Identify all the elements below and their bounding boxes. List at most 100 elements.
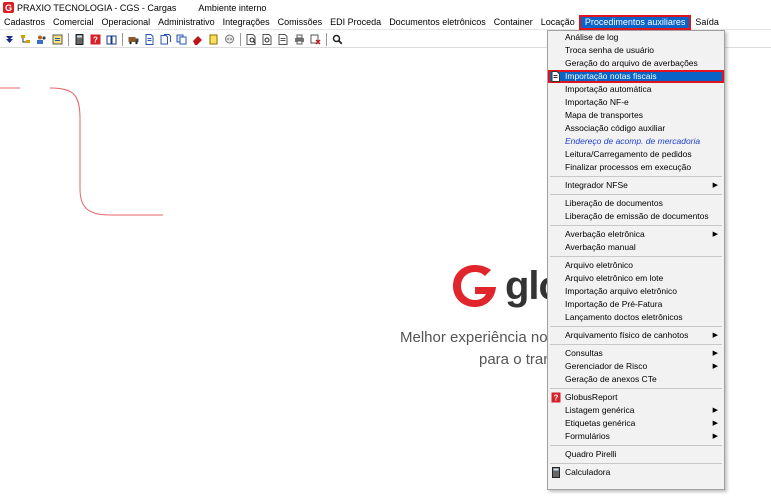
help-icon[interactable]: ? (89, 33, 101, 45)
toolbar-separator (122, 32, 123, 46)
menu-locacao[interactable]: Locação (537, 15, 579, 30)
svg-text:?: ? (554, 394, 559, 403)
menu-item-arquivo-eletronico[interactable]: Arquivo eletrônico (548, 259, 724, 272)
menu-item-label: Importação automática (565, 84, 652, 94)
menu-edi-proceda[interactable]: EDI Proceda (326, 15, 385, 30)
menu-item-label: Importação NF-e (565, 97, 629, 107)
menu-item-importacao-pre-fatura[interactable]: Importação de Pré-Fatura (548, 298, 724, 311)
menu-item-label: Averbação manual (565, 242, 636, 252)
menu-item-analise-de-log[interactable]: Análise de log (548, 31, 724, 44)
menu-item-globusreport[interactable]: ? GlobusReport (548, 391, 724, 404)
report-icon[interactable] (51, 33, 63, 45)
eraser-icon[interactable] (191, 33, 203, 45)
menu-item-importacao-nfe[interactable]: Importação NF-e (548, 96, 724, 109)
svg-text:?: ? (93, 35, 98, 44)
menu-item-averbacao-manual[interactable]: Averbação manual (548, 241, 724, 254)
menu-item-label: Arquivamento físico de canhotos (565, 330, 689, 340)
menu-item-label: Troca senha de usuário (565, 45, 654, 55)
calculator-icon (552, 467, 560, 478)
title-bar: G PRAXIO TECNOLOGIA - CGS - Cargas Ambie… (0, 0, 771, 15)
menu-item-importacao-automatica[interactable]: Importação automática (548, 83, 724, 96)
menu-item-liberacao-emissao-documentos[interactable]: Liberação de emissão de documentos (548, 210, 724, 223)
note-icon[interactable] (207, 33, 219, 45)
menu-item-label: Liberação de emissão de documentos (565, 211, 709, 221)
menu-item-label: Arquivo eletrônico em lote (565, 273, 664, 283)
chat-icon[interactable] (223, 33, 235, 45)
menu-item-finalizar-processos[interactable]: Finalizar processos em execução (548, 161, 724, 174)
menu-item-label: Análise de log (565, 32, 619, 42)
menu-item-averbacao-eletronica[interactable]: Averbação eletrônica ▶ (548, 228, 724, 241)
menu-item-endereco-acomp-mercadoria[interactable]: Endereço de acomp. de mercadoria (548, 135, 724, 148)
print-preview-icon[interactable] (261, 33, 273, 45)
menu-separator (550, 463, 722, 464)
print-icon[interactable] (293, 33, 305, 45)
menu-item-importacao-notas-fiscais[interactable]: Importação notas fiscais (548, 70, 724, 83)
menu-item-label: Finalizar processos em execução (565, 162, 692, 172)
menu-item-etiquetas-generica[interactable]: Etiquetas genérica ▶ (548, 417, 724, 430)
truck-icon[interactable] (127, 33, 139, 45)
arrow-down-icon[interactable] (3, 33, 15, 45)
search-icon[interactable] (331, 33, 343, 45)
menu-integracoes[interactable]: Integrações (219, 15, 274, 30)
menu-item-arquivo-eletronico-lote[interactable]: Arquivo eletrônico em lote (548, 272, 724, 285)
menu-item-liberacao-documentos[interactable]: Liberação de documentos (548, 197, 724, 210)
preview-icon[interactable] (245, 33, 257, 45)
tagline-line-2: para o tran (479, 351, 552, 368)
menu-container[interactable]: Container (490, 15, 537, 30)
menu-comissoes[interactable]: Comissões (274, 15, 327, 30)
tree-icon[interactable] (19, 33, 31, 45)
menu-item-importacao-arquivo-eletronico[interactable]: Importação arquivo eletrônico (548, 285, 724, 298)
menu-item-integrador-nfse[interactable]: Integrador NFSe ▶ (548, 179, 724, 192)
import-document-icon (551, 71, 560, 82)
menu-item-label: Formulários (565, 431, 610, 441)
menu-item-lancamento-doctos-eletronicos[interactable]: Lançamento doctos eletrônicos (548, 311, 724, 324)
menu-item-label: Importação de Pré-Fatura (565, 299, 663, 309)
menu-item-label: Leitura/Carregamento de pedidos (565, 149, 692, 159)
menu-item-troca-senha[interactable]: Troca senha de usuário (548, 44, 724, 57)
menu-operacional[interactable]: Operacional (98, 15, 155, 30)
documents-icon[interactable] (159, 33, 171, 45)
menu-documentos-eletronicos[interactable]: Documentos eletrônicos (385, 15, 490, 30)
menu-item-quadro-pirelli[interactable]: Quadro Pirelli (548, 448, 724, 461)
menu-item-mapa-transportes[interactable]: Mapa de transportes (548, 109, 724, 122)
menu-separator (550, 445, 722, 446)
submenu-arrow-icon: ▶ (712, 350, 718, 357)
procedimentos-auxiliares-dropdown: Análise de log Troca senha de usuário Ge… (547, 30, 725, 490)
menu-item-label: GlobusReport (565, 392, 618, 402)
menu-item-gerenciador-risco[interactable]: Gerenciador de Risco ▶ (548, 360, 724, 373)
menu-item-arquivamento-canhotos[interactable]: Arquivamento físico de canhotos ▶ (548, 329, 724, 342)
submenu-arrow-icon: ▶ (712, 420, 718, 427)
menu-saida[interactable]: Saída (691, 15, 723, 30)
menu-item-consultas[interactable]: Consultas ▶ (548, 347, 724, 360)
menu-cadastros[interactable]: Cadastros (0, 15, 49, 30)
toolbar-separator (68, 32, 69, 46)
copy-icon[interactable] (175, 33, 187, 45)
menu-item-geracao-arquivo-averbacoes[interactable]: Geração do arquivo de averbações (548, 57, 724, 70)
menu-item-leitura-carregamento-pedidos[interactable]: Leitura/Carregamento de pedidos (548, 148, 724, 161)
menu-item-geracao-anexos-cte[interactable]: Geração de anexos CTe (548, 373, 724, 386)
menu-item-associacao-codigo-auxiliar[interactable]: Associação código auxiliar (548, 122, 724, 135)
menu-procedimentos-auxiliares[interactable]: Procedimentos auxiliares (578, 14, 692, 30)
menu-item-listagem-generica[interactable]: Listagem genérica ▶ (548, 404, 724, 417)
users-icon[interactable] (35, 33, 47, 45)
menu-item-label: Importação arquivo eletrônico (565, 286, 677, 296)
menu-item-label: Geração de anexos CTe (565, 374, 657, 384)
menu-separator (550, 388, 722, 389)
print-list-icon[interactable] (277, 33, 289, 45)
stamp-icon[interactable] (309, 33, 321, 45)
menu-administrativo[interactable]: Administrativo (154, 15, 219, 30)
menu-item-label: Arquivo eletrônico (565, 260, 634, 270)
toolbar-separator (326, 32, 327, 46)
menu-item-formularios[interactable]: Formulários ▶ (548, 430, 724, 443)
menu-comercial[interactable]: Comercial (49, 15, 98, 30)
book-icon[interactable] (105, 33, 117, 45)
menu-item-label: Mapa de transportes (565, 110, 643, 120)
menu-separator (550, 326, 722, 327)
submenu-arrow-icon: ▶ (712, 182, 718, 189)
calculator-icon[interactable] (73, 33, 85, 45)
globus-brand: glo (451, 263, 563, 309)
menu-item-calculadora[interactable]: Calculadora (548, 466, 724, 479)
praxio-logo-icon: G (3, 2, 14, 13)
document-icon[interactable] (143, 33, 155, 45)
menu-item-label: Gerenciador de Risco (565, 361, 648, 371)
